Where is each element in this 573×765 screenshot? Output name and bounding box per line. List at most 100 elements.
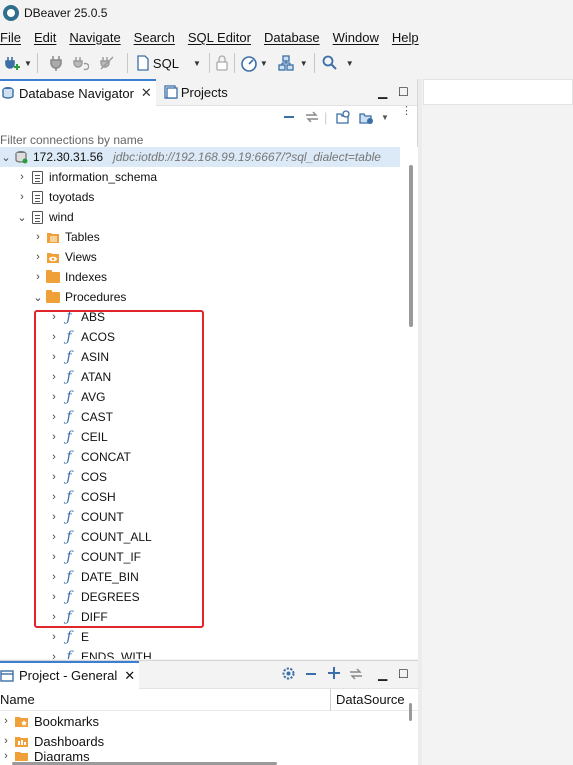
- chevron-right-icon[interactable]: ›: [48, 371, 60, 383]
- chevron-down-icon[interactable]: ▼: [260, 59, 268, 68]
- tree-function-node[interactable]: › ƒ DEGREES: [48, 587, 140, 607]
- minimize-icon[interactable]: ▁: [378, 85, 387, 99]
- menu-database[interactable]: Database: [264, 30, 326, 45]
- chevron-down-icon[interactable]: ▼: [24, 59, 32, 68]
- tree-function-node[interactable]: › ƒ E: [48, 627, 89, 647]
- chevron-right-icon[interactable]: ›: [48, 311, 60, 323]
- sql-editor-button[interactable]: SQL: [137, 52, 179, 74]
- chevron-right-icon[interactable]: ›: [48, 491, 60, 503]
- chevron-right-icon[interactable]: ›: [48, 391, 60, 403]
- erd-button[interactable]: [278, 52, 294, 74]
- project-vertical-scrollbar[interactable]: [409, 703, 412, 721]
- chevron-right-icon[interactable]: ›: [0, 751, 12, 761]
- chevron-right-icon[interactable]: ›: [32, 271, 44, 283]
- menu-navigate[interactable]: Navigate: [69, 30, 126, 45]
- chevron-down-icon[interactable]: ▼: [346, 59, 354, 68]
- collapse-all-icon[interactable]: [282, 110, 296, 127]
- tree-schema-node[interactable]: › toyotads: [16, 187, 94, 207]
- tree-function-node[interactable]: › ƒ COS: [48, 467, 107, 487]
- close-icon[interactable]: ✕: [141, 85, 152, 101]
- chevron-down-icon[interactable]: ▼: [381, 113, 389, 122]
- tree-function-node[interactable]: › ƒ CAST: [48, 407, 113, 427]
- new-folder-icon[interactable]: [335, 110, 351, 129]
- chevron-right-icon[interactable]: ›: [48, 571, 60, 583]
- plus-icon[interactable]: [327, 666, 341, 683]
- chevron-right-icon[interactable]: ›: [0, 735, 12, 747]
- chevron-right-icon[interactable]: ›: [0, 715, 12, 727]
- tree-function-node[interactable]: › ƒ COUNT_ALL: [48, 527, 152, 547]
- tree-function-node[interactable]: › ƒ CONCAT: [48, 447, 131, 467]
- tree-function-node[interactable]: › ƒ ACOS: [48, 327, 115, 347]
- minimize-icon[interactable]: ▁: [378, 667, 387, 681]
- chevron-right-icon[interactable]: ›: [48, 611, 60, 623]
- tab-project-general[interactable]: Project - General ✕: [0, 660, 140, 689]
- maximize-icon[interactable]: ☐: [398, 667, 409, 681]
- menu-file[interactable]: File: [0, 30, 27, 45]
- link-with-editor-icon[interactable]: [348, 667, 364, 684]
- column-header-datasource[interactable]: DataSource: [336, 692, 405, 707]
- chevron-right-icon[interactable]: ›: [16, 191, 28, 203]
- menu-window[interactable]: Window: [333, 30, 385, 45]
- project-item[interactable]: › Diagrams: [0, 751, 418, 761]
- project-item[interactable]: › Bookmarks: [0, 711, 418, 731]
- menu-search[interactable]: Search: [134, 30, 181, 45]
- tree-function-node[interactable]: › ƒ ENDS_WITH: [48, 647, 152, 659]
- chevron-down-icon[interactable]: ▼: [300, 59, 308, 68]
- chevron-down-icon[interactable]: ⌄: [0, 151, 12, 164]
- chevron-right-icon[interactable]: ›: [48, 411, 60, 423]
- navigator-scrollbar-thumb[interactable]: [409, 165, 413, 327]
- tree-schema-node[interactable]: ⌄ wind: [16, 207, 73, 227]
- tree-function-node[interactable]: › ƒ ASIN: [48, 347, 109, 367]
- tree-function-node[interactable]: › ƒ AVG: [48, 387, 105, 407]
- tree-folder-indexes[interactable]: › Indexes: [32, 267, 107, 287]
- tree-function-node[interactable]: › ƒ COSH: [48, 487, 116, 507]
- chevron-right-icon[interactable]: ›: [48, 631, 60, 643]
- transaction-lock-button[interactable]: [215, 52, 229, 74]
- close-icon[interactable]: ✕: [124, 668, 135, 684]
- tree-connection-node[interactable]: ⌄ 172.30.31.56 jdbc:iotdb://192.168.99.1…: [0, 147, 400, 167]
- new-connection-button[interactable]: [4, 52, 22, 74]
- disconnect-button[interactable]: [99, 52, 115, 74]
- chevron-down-icon[interactable]: ⌄: [16, 211, 28, 224]
- chevron-right-icon[interactable]: ›: [32, 251, 44, 263]
- invalidate-reconnect-button[interactable]: [73, 52, 89, 74]
- chevron-right-icon[interactable]: ›: [32, 231, 44, 243]
- chevron-right-icon[interactable]: ›: [48, 551, 60, 563]
- chevron-right-icon[interactable]: ›: [48, 351, 60, 363]
- chevron-right-icon[interactable]: ›: [16, 171, 28, 183]
- menu-sql-editor[interactable]: SQL Editor: [188, 30, 257, 45]
- chevron-right-icon[interactable]: ›: [48, 531, 60, 543]
- chevron-right-icon[interactable]: ›: [48, 431, 60, 443]
- panel-splitter[interactable]: [418, 79, 422, 765]
- chevron-right-icon[interactable]: ›: [48, 511, 60, 523]
- column-divider[interactable]: [330, 689, 331, 711]
- menu-edit[interactable]: Edit: [34, 30, 62, 45]
- tab-projects[interactable]: Projects: [162, 79, 232, 106]
- search-button[interactable]: [322, 52, 338, 74]
- link-with-editor-icon[interactable]: [304, 110, 320, 127]
- chevron-down-icon[interactable]: ▼: [193, 59, 201, 68]
- tree-function-node[interactable]: › ƒ DIFF: [48, 607, 108, 627]
- chevron-right-icon[interactable]: ›: [48, 591, 60, 603]
- tab-database-navigator[interactable]: Database Navigator ✕: [0, 78, 156, 106]
- chevron-right-icon[interactable]: ›: [48, 331, 60, 343]
- tree-function-node[interactable]: › ƒ COUNT_IF: [48, 547, 141, 567]
- chevron-right-icon[interactable]: ›: [48, 471, 60, 483]
- tree-folder-procedures[interactable]: ⌄ Procedures: [32, 287, 126, 307]
- chevron-right-icon[interactable]: ›: [48, 651, 60, 659]
- tree-function-node[interactable]: › ƒ CEIL: [48, 427, 108, 447]
- tree-folder-tables[interactable]: › Tables: [32, 227, 100, 247]
- project-item[interactable]: › Dashboards: [0, 731, 418, 751]
- collapse-all-icon[interactable]: [304, 667, 318, 684]
- menu-help[interactable]: Help: [392, 30, 425, 45]
- chevron-down-icon[interactable]: ⌄: [32, 291, 44, 304]
- column-header-name[interactable]: Name: [0, 692, 35, 707]
- tree-function-node[interactable]: › ƒ ATAN: [48, 367, 111, 387]
- maximize-icon[interactable]: ☐: [398, 85, 409, 99]
- tree-function-node[interactable]: › ƒ ABS: [48, 307, 105, 327]
- dashboard-button[interactable]: [240, 52, 258, 74]
- connect-button[interactable]: [49, 52, 63, 74]
- tree-function-node[interactable]: › ƒ COUNT: [48, 507, 124, 527]
- configure-connection-icon[interactable]: [358, 110, 374, 129]
- tree-function-node[interactable]: › ƒ DATE_BIN: [48, 567, 139, 587]
